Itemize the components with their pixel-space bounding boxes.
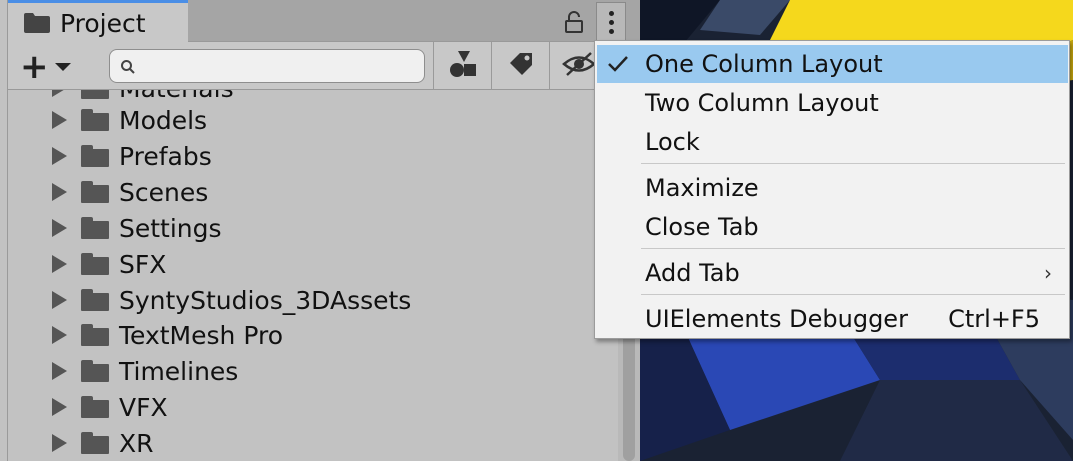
expand-arrow-icon[interactable]: [52, 255, 67, 273]
folder-icon: [24, 13, 50, 33]
tree-row[interactable]: VFX: [8, 389, 608, 425]
menu-item-two-column-layout[interactable]: Two Column Layout: [597, 84, 1068, 122]
expand-arrow-icon[interactable]: [52, 219, 67, 237]
tree-row[interactable]: Timelines: [8, 353, 608, 389]
folder-icon: [81, 432, 109, 454]
tree-row[interactable]: XR: [8, 425, 608, 461]
expand-arrow-icon[interactable]: [52, 362, 67, 380]
project-tree: Materials Models Prefabs Scenes Settings…: [8, 90, 618, 461]
menu-item-label: Two Column Layout: [645, 89, 879, 117]
tree-row-label: Timelines: [119, 356, 239, 386]
tree-row[interactable]: Prefabs: [8, 138, 608, 174]
left-edge-divider: [0, 0, 8, 461]
more-options-button[interactable]: [596, 2, 626, 42]
menu-item-close-tab[interactable]: Close Tab: [597, 208, 1068, 246]
context-menu: One Column Layout Two Column Layout Lock…: [594, 40, 1070, 339]
menu-item-one-column-layout[interactable]: One Column Layout: [597, 45, 1068, 83]
menu-item-shortcut: Ctrl+F5: [948, 305, 1040, 333]
tree-row[interactable]: Models: [8, 102, 608, 138]
tree-row[interactable]: TextMesh Pro: [8, 317, 608, 353]
folder-icon: [81, 90, 109, 99]
tree-row[interactable]: Settings: [8, 210, 608, 246]
folder-icon: [81, 396, 109, 418]
menu-separator: [641, 294, 1065, 295]
project-panel: Project + Models Prefabs Scenes Settings…: [8, 0, 640, 461]
expand-arrow-icon[interactable]: [52, 183, 67, 201]
menu-item-label: Close Tab: [645, 213, 759, 241]
shapes-icon: [448, 50, 478, 82]
kebab-dot: [608, 19, 614, 25]
plus-icon: +: [20, 47, 49, 87]
tree-row-label: Scenes: [119, 177, 209, 207]
search-by-type-button[interactable]: [433, 42, 491, 90]
lock-icon[interactable]: [564, 11, 584, 33]
checkmark-icon: [607, 54, 629, 74]
expand-arrow-icon[interactable]: [52, 326, 67, 344]
search-input[interactable]: [109, 49, 425, 83]
eye-slash-icon: [561, 51, 596, 81]
tree-row-label: SFX: [119, 249, 167, 279]
tab-project[interactable]: Project: [8, 0, 188, 43]
folder-icon: [81, 289, 109, 311]
folder-icon: [81, 360, 109, 382]
expand-arrow-icon[interactable]: [52, 434, 67, 452]
expand-arrow-icon[interactable]: [52, 147, 67, 165]
tree-row-label: Prefabs: [119, 141, 212, 171]
menu-item-label: Maximize: [645, 174, 759, 202]
folder-icon: [81, 253, 109, 275]
tree-row-label: Materials: [119, 90, 234, 103]
search-by-label-button[interactable]: [491, 42, 549, 90]
tree-row[interactable]: SyntyStudios_3DAssets: [8, 282, 608, 318]
expand-arrow-icon[interactable]: [52, 90, 67, 97]
kebab-dot: [608, 10, 614, 16]
menu-item-maximize[interactable]: Maximize: [597, 169, 1068, 207]
tree-row-label: SyntyStudios_3DAssets: [119, 285, 412, 315]
chevron-right-icon: ›: [1044, 261, 1052, 285]
folder-icon: [81, 181, 109, 203]
menu-item-add-tab[interactable]: Add Tab ›: [597, 254, 1068, 292]
tree-row-label: Models: [119, 105, 208, 135]
folder-icon: [81, 217, 109, 239]
tree-row[interactable]: SFX: [8, 246, 608, 282]
tab-title: Project: [60, 8, 146, 38]
menu-item-lock[interactable]: Lock: [597, 123, 1068, 161]
menu-separator: [641, 248, 1065, 249]
expand-arrow-icon[interactable]: [52, 111, 67, 129]
search-icon: [120, 59, 136, 75]
project-toolbar: +: [8, 42, 640, 90]
tree-row-label: XR: [119, 428, 154, 458]
menu-item-label: One Column Layout: [645, 50, 883, 78]
expand-arrow-icon[interactable]: [52, 398, 67, 416]
folder-icon: [81, 109, 109, 131]
chevron-down-icon: [54, 63, 71, 71]
folder-icon: [81, 145, 109, 167]
create-dropdown-button[interactable]: +: [20, 50, 82, 84]
tree-row-label: TextMesh Pro: [119, 320, 283, 350]
tree-row[interactable]: Scenes: [8, 174, 608, 210]
kebab-dot: [608, 28, 614, 34]
menu-item-label: UIElements Debugger: [645, 305, 908, 333]
tree-row-label: Settings: [119, 213, 222, 243]
tab-bar: Project: [8, 0, 640, 43]
menu-item-label: Add Tab: [645, 259, 740, 287]
menu-item-label: Lock: [645, 128, 700, 156]
expand-arrow-icon[interactable]: [52, 291, 67, 309]
menu-separator: [641, 163, 1065, 164]
folder-icon: [81, 324, 109, 346]
tree-row-label: VFX: [119, 392, 168, 422]
menu-item-uielements-debugger[interactable]: UIElements Debugger Ctrl+F5: [597, 300, 1068, 338]
tag-icon: [508, 51, 534, 81]
